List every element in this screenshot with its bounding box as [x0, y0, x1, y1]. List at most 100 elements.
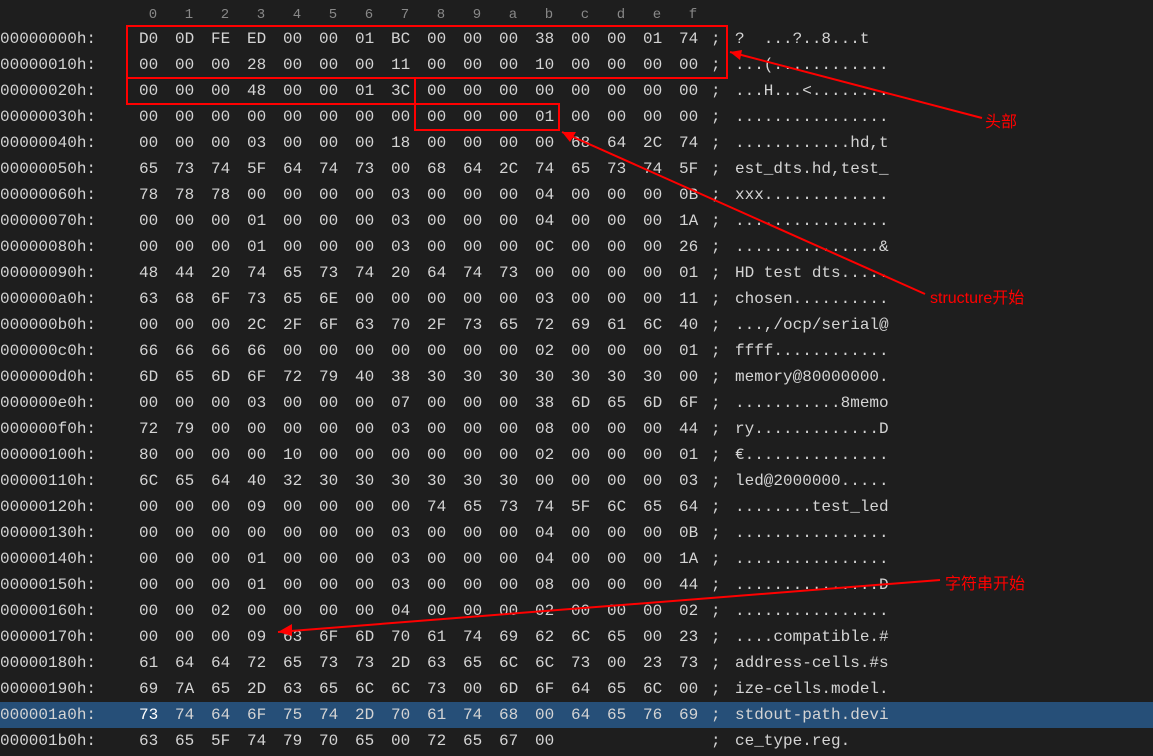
byte-cell[interactable]: 00	[243, 446, 279, 464]
byte-cell[interactable]: 72	[279, 368, 315, 386]
byte-cell[interactable]: 00	[423, 576, 459, 594]
byte-cell[interactable]: 64	[675, 498, 711, 516]
byte-cell[interactable]: 00	[495, 290, 531, 308]
byte-cell[interactable]: 00	[423, 524, 459, 542]
byte-cell[interactable]: 00	[639, 342, 675, 360]
byte-cell[interactable]: 00	[495, 550, 531, 568]
byte-cell[interactable]: 00	[207, 108, 243, 126]
byte-cell[interactable]: 00	[135, 108, 171, 126]
byte-cell[interactable]: 64	[567, 706, 603, 724]
hex-viewer[interactable]: 0123456789abcdef 00000000h: D00DFEED0000…	[0, 0, 1153, 754]
byte-cell[interactable]: 2D	[351, 706, 387, 724]
byte-cell[interactable]: 01	[243, 550, 279, 568]
byte-cell[interactable]: 63	[135, 732, 171, 750]
byte-cell[interactable]: 00	[171, 212, 207, 230]
byte-cell[interactable]: 00	[315, 186, 351, 204]
byte-cell[interactable]: 73	[171, 160, 207, 178]
byte-cell[interactable]: 00	[135, 576, 171, 594]
hex-row[interactable]: 00000150h: 00000001000000030000000800000…	[0, 572, 1153, 598]
byte-cell[interactable]: 38	[531, 394, 567, 412]
byte-cell[interactable]: 40	[351, 368, 387, 386]
byte-cell[interactable]: 00	[459, 680, 495, 698]
byte-cell[interactable]: 68	[495, 706, 531, 724]
byte-cell[interactable]: 00	[135, 394, 171, 412]
byte-cell[interactable]: 00	[639, 290, 675, 308]
byte-cell[interactable]: 00	[459, 238, 495, 256]
byte-cell[interactable]: 00	[279, 212, 315, 230]
byte-cell[interactable]: 03	[243, 394, 279, 412]
byte-cell[interactable]: 64	[207, 654, 243, 672]
byte-cell[interactable]: 00	[603, 290, 639, 308]
byte-cell[interactable]: 65	[495, 316, 531, 334]
byte-cell[interactable]: 00	[459, 446, 495, 464]
byte-cell[interactable]: 6F	[207, 290, 243, 308]
byte-cell[interactable]: 00	[603, 56, 639, 74]
byte-cell[interactable]: 04	[531, 550, 567, 568]
byte-cell[interactable]: 00	[459, 394, 495, 412]
byte-cell[interactable]: 00	[423, 212, 459, 230]
byte-cell[interactable]: 04	[531, 212, 567, 230]
byte-cell[interactable]: 00	[567, 446, 603, 464]
byte-cell[interactable]: 64	[603, 134, 639, 152]
byte-cell[interactable]: 08	[531, 576, 567, 594]
byte-cell[interactable]: 00	[495, 524, 531, 542]
byte-cell[interactable]: 01	[351, 30, 387, 48]
byte-cell[interactable]: 65	[603, 706, 639, 724]
byte-cell[interactable]: 62	[531, 628, 567, 646]
byte-cell[interactable]: 00	[603, 550, 639, 568]
byte-cell[interactable]: 00	[675, 108, 711, 126]
byte-cell[interactable]: 00	[567, 30, 603, 48]
byte-cell[interactable]: D0	[135, 30, 171, 48]
byte-cell[interactable]: 00	[567, 290, 603, 308]
byte-cell[interactable]: 64	[207, 706, 243, 724]
byte-cell[interactable]: 40	[675, 316, 711, 334]
byte-cell[interactable]: 6F	[243, 368, 279, 386]
byte-cell[interactable]: 00	[423, 56, 459, 74]
hex-row[interactable]: 000000c0h: 66666666000000000000000200000…	[0, 338, 1153, 364]
hex-row[interactable]: 000000a0h: 63686F73656E00000000000300000…	[0, 286, 1153, 312]
byte-cell[interactable]: 00	[495, 342, 531, 360]
byte-cell[interactable]: 30	[639, 368, 675, 386]
byte-cell[interactable]: 74	[531, 498, 567, 516]
byte-cell[interactable]: 00	[351, 108, 387, 126]
byte-cell[interactable]: 74	[459, 264, 495, 282]
byte-cell[interactable]: 00	[495, 108, 531, 126]
byte-cell[interactable]: 00	[639, 238, 675, 256]
byte-cell[interactable]: 00	[639, 82, 675, 100]
byte-cell[interactable]: 2D	[387, 654, 423, 672]
byte-cell[interactable]: 02	[531, 446, 567, 464]
byte-cell[interactable]: 00	[351, 134, 387, 152]
byte-cell[interactable]: 79	[279, 732, 315, 750]
byte-cell[interactable]: 30	[495, 368, 531, 386]
byte-cell[interactable]: 00	[207, 576, 243, 594]
byte-cell[interactable]: 64	[459, 160, 495, 178]
byte-cell[interactable]: 23	[639, 654, 675, 672]
byte-cell[interactable]: 00	[351, 212, 387, 230]
byte-cell[interactable]: 64	[279, 160, 315, 178]
byte-cell[interactable]: 00	[279, 550, 315, 568]
byte-cell[interactable]: 03	[675, 472, 711, 490]
byte-cell[interactable]: 00	[603, 420, 639, 438]
byte-cell[interactable]: 00	[603, 576, 639, 594]
byte-cell[interactable]: 69	[135, 680, 171, 698]
byte-cell[interactable]: 64	[171, 654, 207, 672]
byte-cell[interactable]: 00	[459, 108, 495, 126]
byte-cell[interactable]: 03	[387, 550, 423, 568]
byte-cell[interactable]: BC	[387, 30, 423, 48]
byte-cell[interactable]: 00	[135, 212, 171, 230]
byte-cell[interactable]: 00	[315, 524, 351, 542]
byte-cell[interactable]: 00	[279, 134, 315, 152]
hex-row[interactable]: 00000040h: 00000003000000180000000068642…	[0, 130, 1153, 156]
byte-cell[interactable]: 00	[243, 420, 279, 438]
byte-cell[interactable]: 76	[639, 706, 675, 724]
byte-cell[interactable]: 00	[135, 628, 171, 646]
byte-cell[interactable]: 0B	[675, 524, 711, 542]
byte-cell[interactable]: 7A	[171, 680, 207, 698]
byte-cell[interactable]: 00	[423, 550, 459, 568]
byte-cell[interactable]: 00	[207, 134, 243, 152]
byte-cell[interactable]: 44	[171, 264, 207, 282]
byte-cell[interactable]: 73	[351, 160, 387, 178]
byte-cell[interactable]: 00	[315, 394, 351, 412]
byte-cell[interactable]: 30	[423, 472, 459, 490]
byte-cell[interactable]: 70	[387, 628, 423, 646]
